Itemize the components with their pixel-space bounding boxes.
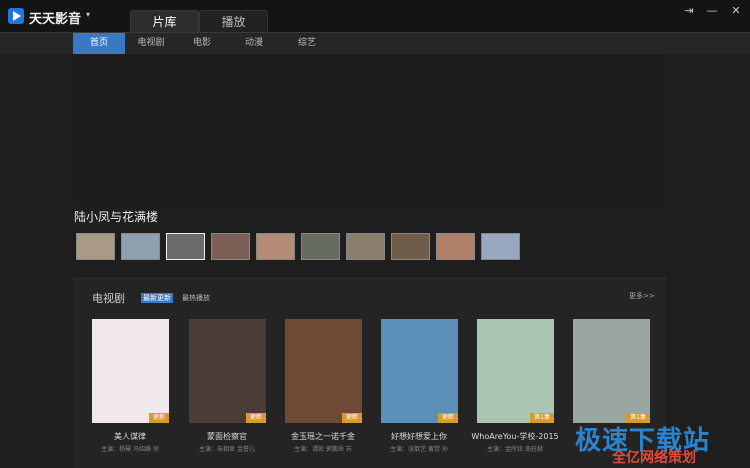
episode-badge: 第1集 — [530, 413, 554, 423]
featured-thumbnail[interactable] — [121, 233, 160, 260]
pin-icon[interactable]: ⇥ — [682, 4, 696, 17]
subtab-home[interactable]: 首页 — [73, 33, 125, 55]
subtab-tv[interactable]: 电视剧 — [128, 33, 174, 55]
featured-thumbnail[interactable] — [301, 233, 340, 260]
poster-cast: 主演：张歆艺 黄觉 孙 — [390, 446, 448, 453]
poster-title[interactable]: 好想好想爱上你 — [369, 431, 469, 442]
close-icon[interactable]: ✕ — [729, 4, 743, 17]
minimize-icon[interactable]: — — [705, 4, 719, 17]
poster-cast: 主演：杨幂 冯绍峰 何 — [101, 446, 159, 453]
featured-thumbnail[interactable] — [481, 233, 520, 260]
app-title[interactable]: 天天影音 — [29, 8, 81, 27]
episode-badge: 更新 — [437, 413, 458, 423]
episode-badge: 更新 — [245, 413, 266, 423]
more-link[interactable]: 更多>> — [629, 291, 655, 301]
category-nav: 首页 电视剧 电影 动漫 综艺 — [0, 32, 750, 55]
poster-cast: 主演：朱相显 金誉儿 — [199, 446, 255, 453]
featured-thumbnail[interactable] — [166, 233, 205, 260]
poster[interactable]: 更新 — [285, 319, 362, 423]
featured-thumbnail[interactable] — [391, 233, 430, 260]
poster[interactable]: 更新 — [189, 319, 266, 423]
featured-thumbnail[interactable] — [436, 233, 475, 260]
poster-title[interactable]: 美人谋律 — [80, 431, 180, 442]
featured-thumbnail[interactable] — [211, 233, 250, 260]
poster-title[interactable]: 蒙面检察官 — [177, 431, 277, 442]
poster-cast: 主演：谭凯 郭鹏岳 苏 — [294, 446, 352, 453]
featured-thumbnail[interactable] — [346, 233, 385, 260]
subtab-anime[interactable]: 动漫 — [232, 33, 276, 55]
poster-title[interactable]: WhoAreYou-学校-2015 — [465, 431, 565, 442]
featured-title[interactable]: 陆小凤与花满楼 — [74, 208, 158, 225]
poster[interactable]: 更新 — [381, 319, 458, 423]
poster-title[interactable]: 金玉瑶之一诺千金 — [273, 431, 373, 442]
tv-section-title[interactable]: 电视剧 — [92, 290, 125, 306]
episode-badge: 更新 — [148, 413, 169, 423]
poster-cast: 主演：金所炫 南柱赫 — [487, 446, 543, 453]
tab-play[interactable]: 播放 — [199, 10, 268, 32]
app-logo-icon — [8, 8, 24, 24]
poster[interactable]: 第1集 — [573, 319, 650, 423]
tab-library[interactable]: 片库 — [130, 10, 199, 32]
subtab-variety[interactable]: 综艺 — [285, 33, 329, 55]
featured-thumbnail[interactable] — [76, 233, 115, 260]
title-bar: 天天影音 ▾ 片库 播放 ⇥ — ✕ — [0, 0, 750, 32]
episode-badge: 更新 — [341, 413, 362, 423]
subtab-movie[interactable]: 电影 — [182, 33, 222, 55]
featured-thumbnail[interactable] — [256, 233, 295, 260]
latest-update-tab[interactable]: 最新更新 — [141, 293, 173, 303]
watermark-subtitle: 全亿网络策划 — [612, 450, 696, 466]
hero-banner[interactable] — [73, 54, 666, 204]
most-played-tab[interactable]: 最热播放 — [182, 293, 210, 303]
app-menu-chevron-down-icon[interactable]: ▾ — [86, 10, 90, 19]
poster[interactable]: 更新 — [92, 319, 169, 423]
poster[interactable]: 第1集 — [477, 319, 554, 423]
